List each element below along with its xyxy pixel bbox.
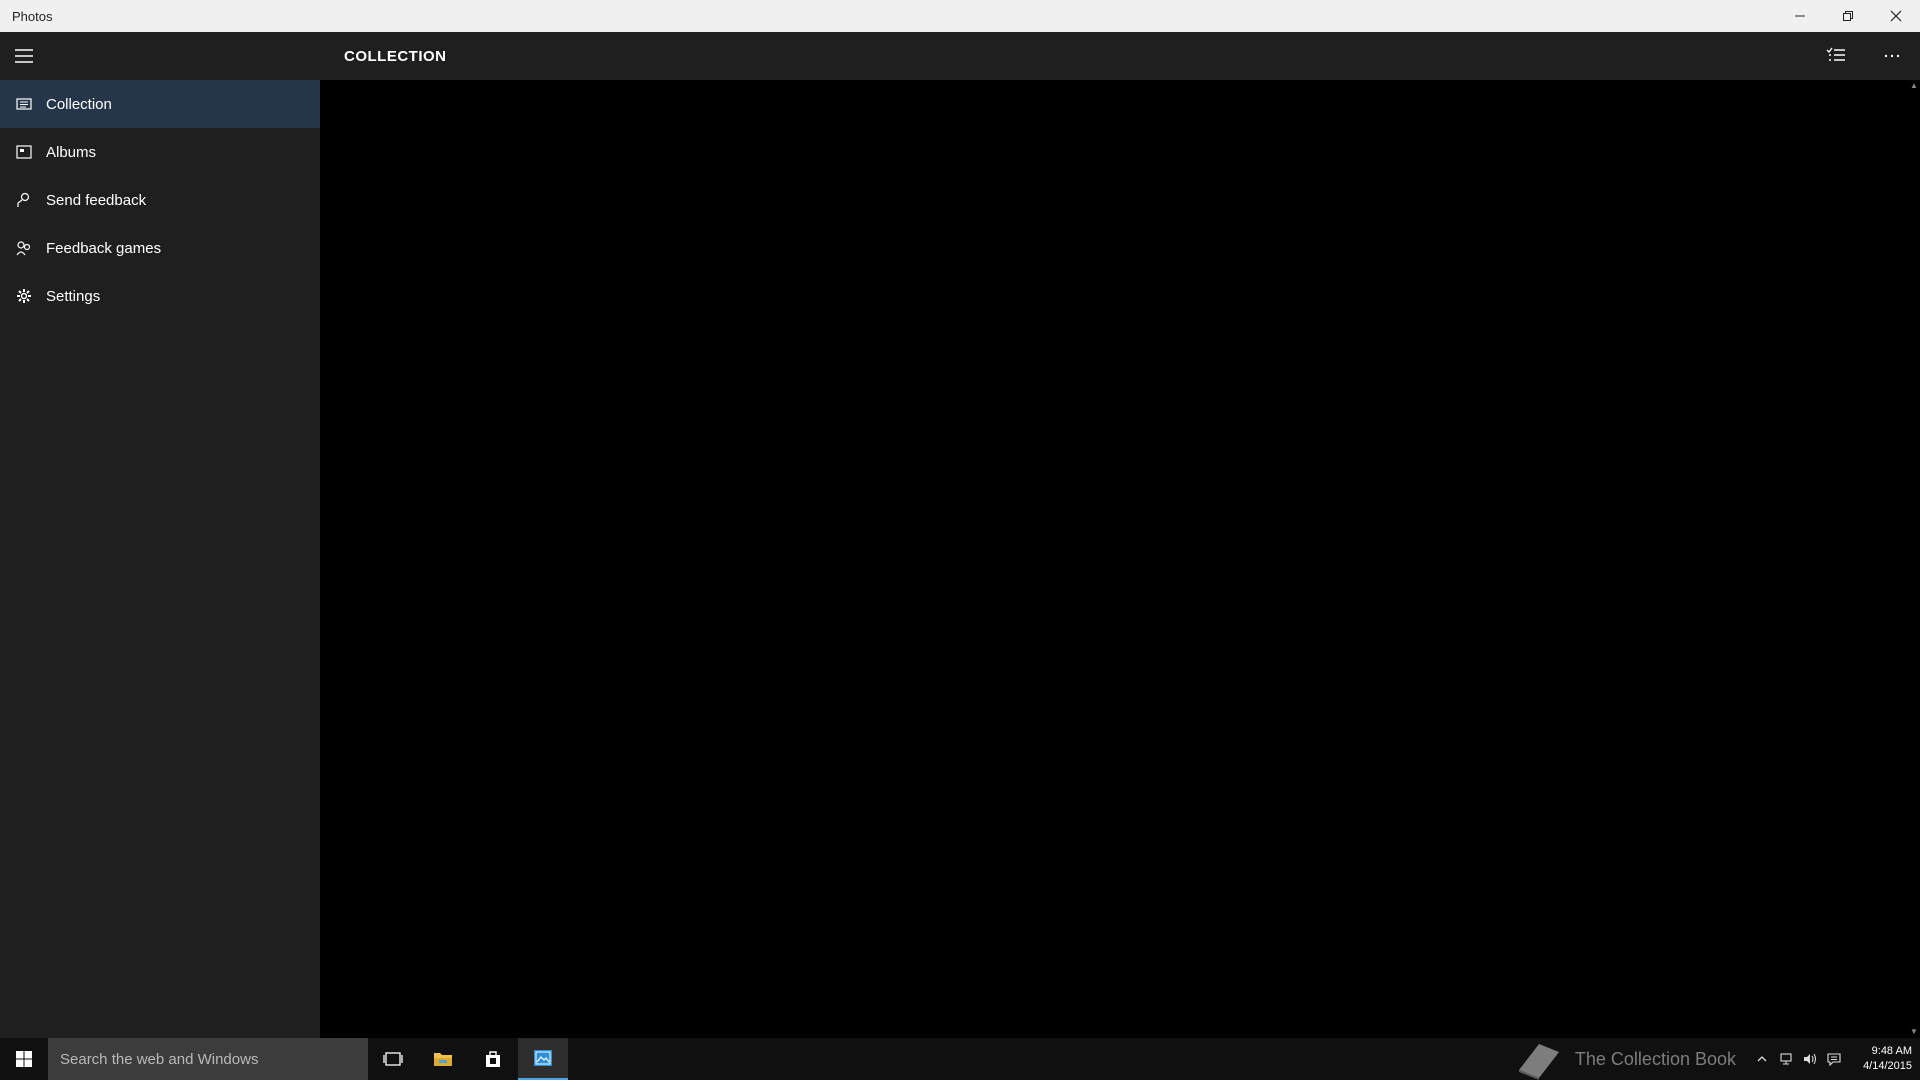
file-explorer-button[interactable] [418,1038,468,1080]
task-view-icon [383,1052,403,1066]
sidebar-item-albums[interactable]: Albums [0,128,320,176]
windows-logo-icon [16,1051,32,1067]
taskbar-search[interactable] [48,1038,368,1080]
network-icon [1780,1053,1792,1065]
store-button[interactable] [468,1038,518,1080]
watermark: The Collection Book [1513,1038,1736,1080]
hamburger-icon [15,49,33,63]
sidebar-item-collection[interactable]: Collection [0,80,320,128]
album-icon [16,144,32,160]
sidebar-item-label: Send feedback [46,191,147,209]
clock-date: 4/14/2015 [1863,1060,1912,1072]
folder-icon [434,1053,452,1066]
task-view-button[interactable] [368,1038,418,1080]
vertical-scrollbar[interactable]: ▲ ▼ [1908,80,1920,1038]
clock-time: 9:48 AM [1871,1045,1912,1057]
gear-icon [16,288,32,304]
feedback-games-icon [16,240,32,256]
restore-button[interactable] [1824,0,1872,32]
minimize-button[interactable] [1776,0,1824,32]
watermark-text: The Collection Book [1574,1048,1736,1069]
sidebar-item-feedback-games[interactable]: Feedback games [0,224,320,272]
search-input[interactable] [58,1049,358,1069]
speaker-icon [1804,1053,1817,1065]
sidebar-item-settings[interactable]: Settings [0,272,320,320]
sidebar-item-label: Collection [46,95,112,113]
photos-app-button[interactable] [518,1038,568,1080]
minimize-icon [1795,15,1805,17]
window-title: Photos [12,8,53,24]
more-options-button[interactable] [1864,32,1920,80]
select-list-icon [1826,47,1845,61]
restore-icon [1843,11,1853,21]
taskbar: The Collection Book 9:48 AM 4/14/2015 [0,1038,1920,1080]
sidebar-item-label: Feedback games [46,239,162,257]
clock[interactable]: 9:48 AM 4/14/2015 [1852,1044,1912,1074]
hamburger-button[interactable] [0,32,48,80]
notification-icon [1827,1053,1841,1066]
action-center-button[interactable] [1822,1038,1846,1080]
select-button[interactable] [1808,32,1864,80]
book-icon [1518,1044,1559,1080]
content-header: COLLECTION [320,32,1920,80]
scroll-up-icon[interactable]: ▲ [1910,82,1918,90]
volume-button[interactable] [1798,1038,1822,1080]
system-tray: The Collection Book 9:48 AM 4/14/2015 [1513,1038,1912,1080]
sidebar-item-label: Settings [46,287,101,305]
collection-icon [16,96,32,112]
scroll-down-icon[interactable]: ▼ [1910,1028,1918,1036]
show-hidden-icons-button[interactable] [1750,1038,1774,1080]
close-icon [1890,10,1902,22]
photos-icon [534,1050,552,1066]
collection-content [320,80,1908,1038]
sidebar-item-label: Albums [46,143,97,161]
chevron-up-icon [1757,1056,1767,1062]
store-bag-icon [486,1051,500,1067]
network-button[interactable] [1774,1038,1798,1080]
sidebar-item-send-feedback[interactable]: Send feedback [0,176,320,224]
more-icon [1884,54,1900,58]
feedback-icon [16,192,32,208]
page-title: COLLECTION [344,47,447,65]
sidebar: Collection Albums Send feedback Feedback… [0,32,320,1038]
start-button[interactable] [0,1038,48,1080]
title-bar: Photos [0,0,1920,32]
close-button[interactable] [1872,0,1920,32]
